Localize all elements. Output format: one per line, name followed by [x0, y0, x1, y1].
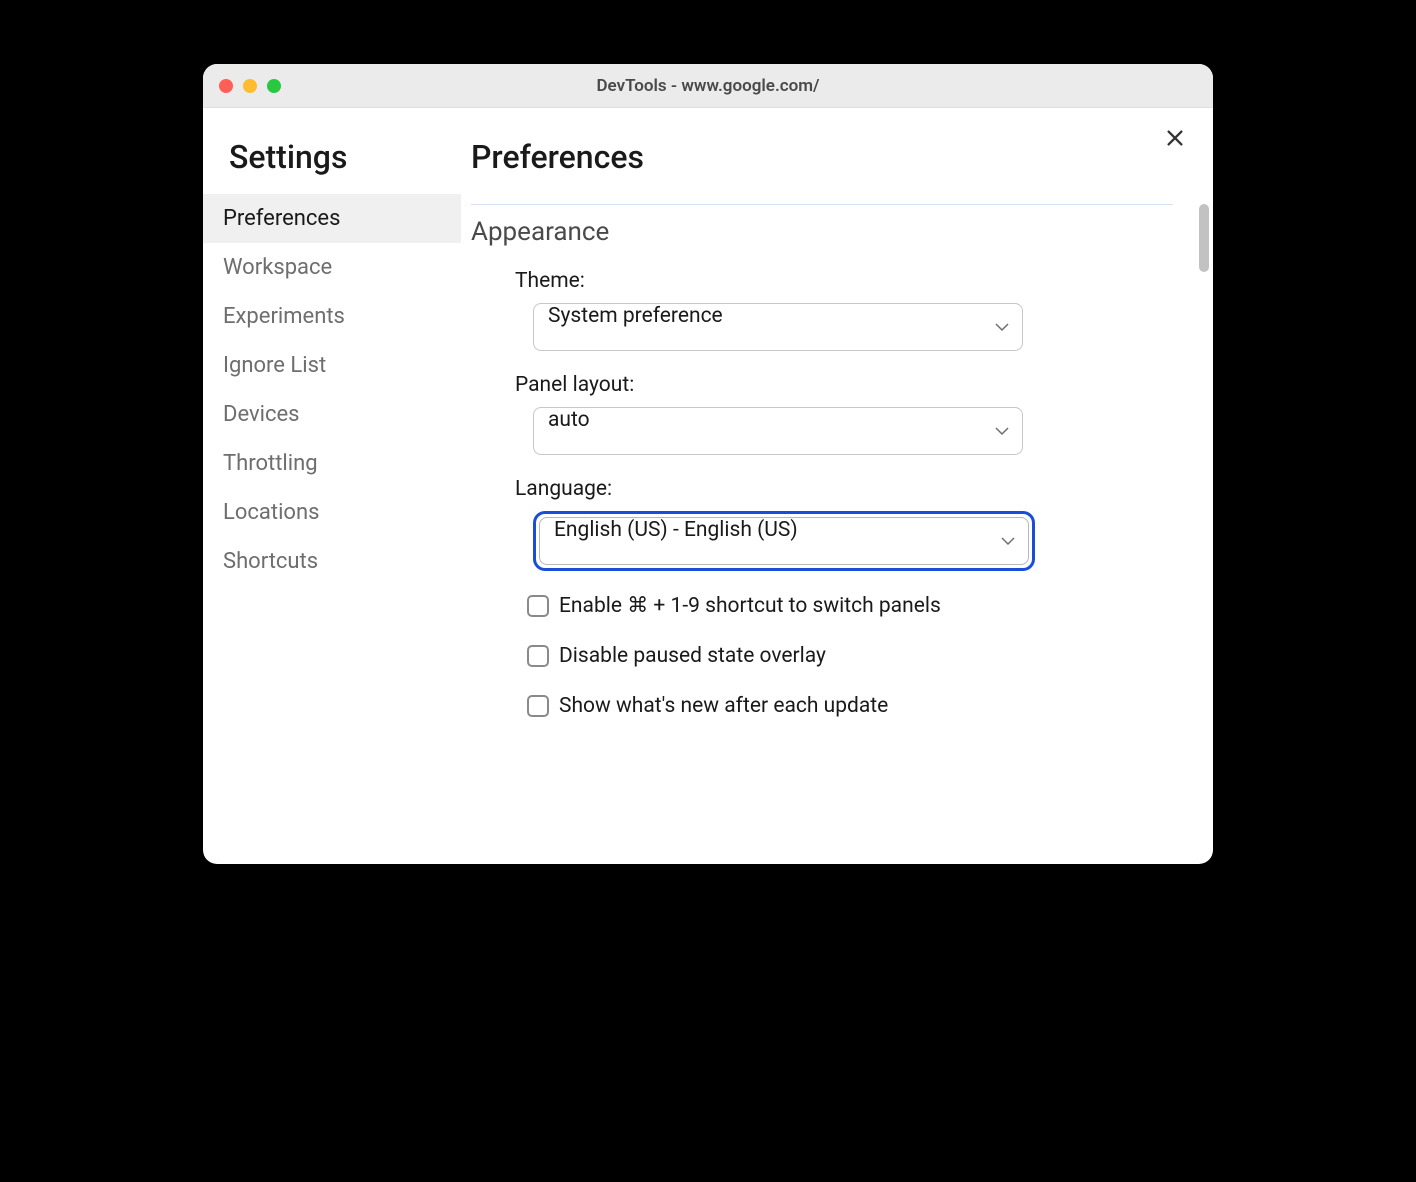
traffic-lights	[219, 79, 281, 93]
sidebar-item-label: Experiments	[223, 304, 345, 329]
checkbox-label[interactable]: Disable paused state overlay	[559, 644, 826, 668]
sidebar-item-ignore-list[interactable]: Ignore List	[203, 341, 461, 390]
sidebar-item-experiments[interactable]: Experiments	[203, 292, 461, 341]
close-button[interactable]	[1161, 126, 1189, 154]
language-select[interactable]: English (US) - English (US)	[539, 517, 1029, 565]
sidebar-item-label: Preferences	[223, 206, 340, 231]
scroll-area[interactable]: Appearance Theme: System preference Pane…	[471, 217, 1173, 855]
sidebar: Settings Preferences Workspace Experimen…	[203, 108, 461, 864]
sidebar-title: Settings	[203, 138, 461, 194]
window-minimize-button[interactable]	[243, 79, 257, 93]
panel-layout-select[interactable]: auto	[533, 407, 1023, 455]
sidebar-item-label: Locations	[223, 500, 319, 525]
checkbox-label[interactable]: Enable ⌘ + 1-9 shortcut to switch panels	[559, 593, 941, 618]
sidebar-item-devices[interactable]: Devices	[203, 390, 461, 439]
sidebar-item-label: Workspace	[223, 255, 332, 280]
sidebar-item-preferences[interactable]: Preferences	[203, 194, 461, 243]
theme-select[interactable]: System preference	[533, 303, 1023, 351]
section-title-appearance: Appearance	[471, 217, 1165, 247]
language-label: Language:	[515, 477, 1165, 501]
sidebar-item-throttling[interactable]: Throttling	[203, 439, 461, 488]
sidebar-item-label: Throttling	[223, 451, 318, 476]
checkbox-show-whats-new[interactable]	[527, 695, 549, 717]
panel-layout-select-wrap: auto	[533, 407, 1023, 455]
checkbox-row-show-whats-new: Show what's new after each update	[527, 694, 1165, 718]
titlebar: DevTools - www.google.com/	[203, 64, 1213, 108]
language-select-value: English (US) - English (US)	[554, 518, 798, 542]
sidebar-item-workspace[interactable]: Workspace	[203, 243, 461, 292]
window-close-button[interactable]	[219, 79, 233, 93]
sidebar-items: Preferences Workspace Experiments Ignore…	[203, 194, 461, 586]
field-panel-layout: Panel layout: auto	[515, 373, 1165, 455]
checkbox-row-enable-shortcut: Enable ⌘ + 1-9 shortcut to switch panels	[527, 593, 1165, 618]
checkbox-disable-overlay[interactable]	[527, 645, 549, 667]
sidebar-item-shortcuts[interactable]: Shortcuts	[203, 537, 461, 586]
sidebar-item-label: Ignore List	[223, 353, 326, 378]
panel-layout-label: Panel layout:	[515, 373, 1165, 397]
theme-label: Theme:	[515, 269, 1165, 293]
language-select-wrap: English (US) - English (US)	[533, 511, 1035, 571]
window-body: Settings Preferences Workspace Experimen…	[203, 108, 1213, 864]
sidebar-item-label: Shortcuts	[223, 549, 318, 574]
panel-layout-select-value: auto	[548, 408, 590, 432]
sidebar-item-label: Devices	[223, 402, 300, 427]
devtools-window: DevTools - www.google.com/ Settings Pref…	[203, 64, 1213, 864]
divider	[471, 204, 1173, 205]
checkbox-row-disable-overlay: Disable paused state overlay	[527, 644, 1165, 668]
checkbox-enable-shortcut[interactable]	[527, 595, 549, 617]
scrollbar-thumb[interactable]	[1199, 204, 1209, 272]
close-icon	[1164, 127, 1186, 153]
theme-select-value: System preference	[548, 304, 723, 328]
window-title: DevTools - www.google.com/	[596, 76, 819, 96]
field-language: Language: English (US) - English (US)	[515, 477, 1165, 571]
sidebar-item-locations[interactable]: Locations	[203, 488, 461, 537]
field-theme: Theme: System preference	[515, 269, 1165, 351]
main-panel: Preferences Appearance Theme: System pre…	[461, 108, 1213, 864]
checkbox-label[interactable]: Show what's new after each update	[559, 694, 888, 718]
page-title: Preferences	[471, 138, 1173, 176]
theme-select-wrap: System preference	[533, 303, 1023, 351]
window-maximize-button[interactable]	[267, 79, 281, 93]
